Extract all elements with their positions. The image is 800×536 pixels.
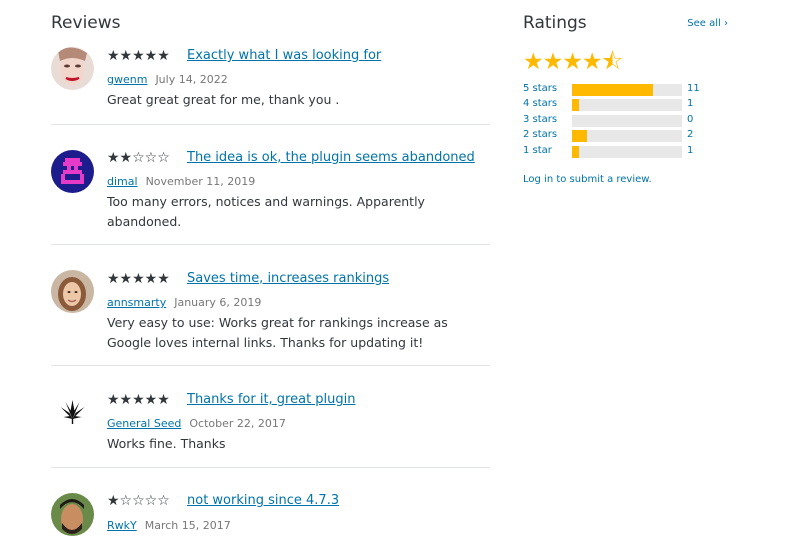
review-author-link[interactable]: gwenm	[107, 73, 147, 86]
review-date: November 11, 2019	[145, 175, 256, 188]
review-item: ★★☆☆☆ The idea is ok, the plugin seems a…	[51, 146, 490, 245]
rating-bar-fill	[572, 130, 587, 142]
ratings-heading: Ratings	[523, 13, 587, 33]
review-date: January 6, 2019	[174, 296, 262, 309]
review-item: ★★★★★ Saves time, increases rankings ann…	[51, 267, 490, 366]
review-stars: ★☆☆☆☆	[107, 493, 170, 509]
review-content: Too many errors, notices and warnings. A…	[107, 194, 425, 229]
rating-row-3[interactable]: 3 stars 0	[523, 114, 728, 128]
review-content: Great great great for me, thank you .	[107, 92, 340, 107]
rating-label: 3 stars	[523, 114, 558, 125]
review-title-link[interactable]: Exactly what I was looking for	[187, 48, 381, 63]
rating-bar	[572, 115, 682, 127]
review-title-link[interactable]: Thanks for it, great plugin	[187, 392, 356, 407]
rating-bar	[572, 146, 682, 158]
rating-bar	[572, 99, 682, 111]
rating-row-2[interactable]: 2 stars 2	[523, 129, 728, 143]
avatar[interactable]	[51, 150, 94, 193]
review-title-link[interactable]: Saves time, increases rankings	[187, 271, 389, 286]
review-author-link[interactable]: annsmarty	[107, 296, 166, 309]
rating-label: 5 stars	[523, 83, 558, 94]
review-content: Very easy to use: Works great for rankin…	[107, 315, 448, 350]
rating-label: 4 stars	[523, 98, 558, 109]
review-title-link[interactable]: The idea is ok, the plugin seems abandon…	[187, 150, 475, 165]
avatar[interactable]	[51, 47, 94, 90]
rating-row-1[interactable]: 1 star 1	[523, 145, 728, 159]
review-title-link[interactable]: not working since 4.7.3	[187, 493, 339, 508]
rating-count: 0	[687, 114, 694, 125]
review-date: July 14, 2022	[155, 73, 228, 86]
review-author-link[interactable]: General Seed	[107, 417, 181, 430]
avatar[interactable]	[51, 270, 94, 313]
review-meta: General Seed October 22, 2017	[107, 412, 286, 431]
review-author-link[interactable]: dimal	[107, 175, 138, 188]
rating-bar-fill	[572, 99, 580, 111]
review-meta: gwenm July 14, 2022	[107, 68, 228, 87]
review-stars: ★★★★★	[107, 48, 170, 64]
rating-count: 2	[687, 129, 694, 140]
rating-count: 1	[687, 145, 694, 156]
review-meta: annsmarty January 6, 2019	[107, 291, 261, 310]
review-date: March 15, 2017	[144, 519, 231, 532]
review-stars: ★★★★★	[107, 392, 170, 408]
rating-bar	[572, 130, 682, 142]
review-stars: ★★★★★	[107, 271, 170, 287]
review-date: October 22, 2017	[189, 417, 286, 430]
review-stars: ★★☆☆☆	[107, 150, 170, 166]
rating-count: 1	[687, 98, 694, 109]
rating-row-4[interactable]: 4 stars 1	[523, 98, 728, 112]
rating-row-5[interactable]: 5 stars 11	[523, 83, 728, 97]
review-item: ★★★★★ Thanks for it, great plugin Genera…	[51, 388, 490, 468]
rating-count: 11	[687, 83, 700, 94]
avatar[interactable]	[51, 391, 94, 434]
average-rating-stars: ★★★★⯪	[523, 49, 623, 75]
review-meta: RwkY March 15, 2017	[107, 514, 231, 533]
rating-label: 2 stars	[523, 129, 558, 140]
rating-label: 1 star	[523, 145, 552, 156]
see-all-link[interactable]: See all ›	[687, 18, 728, 29]
rating-bar-fill	[572, 84, 653, 96]
review-content: Works fine. Thanks	[107, 436, 226, 451]
rating-bar-fill	[572, 146, 580, 158]
review-item: ★☆☆☆☆ not working since 4.7.3 RwkY March …	[51, 489, 490, 536]
login-to-review-link[interactable]: Log in to submit a review.	[523, 174, 652, 185]
rating-bar	[572, 84, 682, 96]
review-item: ★★★★★ Exactly what I was looking for gwe…	[51, 44, 490, 125]
review-meta: dimal November 11, 2019	[107, 170, 255, 189]
reviews-heading: Reviews	[51, 13, 121, 33]
review-author-link[interactable]: RwkY	[107, 519, 137, 532]
